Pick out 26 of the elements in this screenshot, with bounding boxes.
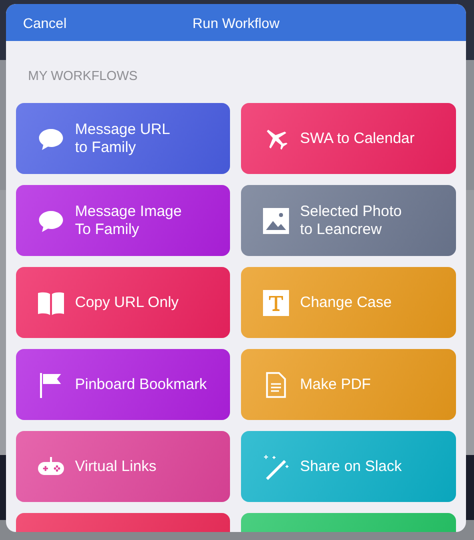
magic-wand-icon xyxy=(262,452,290,480)
workflow-name: Message Image To Family xyxy=(75,202,182,238)
workflow-name: Pinboard Bookmark xyxy=(75,376,207,394)
workflow-name: Virtual Links xyxy=(75,458,156,476)
workflow-name: Copy URL Only xyxy=(75,294,179,312)
workflow-name: Share on Slack xyxy=(300,458,402,476)
workflow-name: Message URL to Family xyxy=(75,120,170,156)
workflow-tile[interactable]: Copy URL Only xyxy=(16,267,230,338)
text-icon xyxy=(262,288,290,316)
workflow-tile[interactable]: Virtual Links xyxy=(16,431,230,502)
workflow-name: Change Case xyxy=(300,294,392,312)
workflow-name: Selected Photo to Leancrew xyxy=(300,202,402,238)
cancel-button[interactable]: Cancel xyxy=(6,14,67,30)
workflow-tile[interactable]: Pinboard Bookmark xyxy=(16,349,230,420)
section-label: MY WORKFLOWS xyxy=(27,67,139,85)
workflow-tile[interactable]: Make PDF xyxy=(241,349,456,420)
workflow-tile[interactable]: Change Case xyxy=(241,267,456,338)
image-icon xyxy=(262,206,290,234)
workflow-tile[interactable]: Selected Photo to Leancrew xyxy=(241,185,456,256)
workflow-tile[interactable]: Message Image To Family xyxy=(16,185,230,256)
workflow-tile[interactable]: Message URL to Family xyxy=(16,103,230,174)
workflow-tile[interactable]: SWA to Calendar xyxy=(241,103,456,174)
workflow-tile[interactable]: Share on Slack xyxy=(241,431,456,502)
sheet-title: Run Workflow xyxy=(192,14,280,30)
workflow-name: Make PDF xyxy=(300,376,371,394)
workflow-name: SWA to Calendar xyxy=(300,130,414,148)
